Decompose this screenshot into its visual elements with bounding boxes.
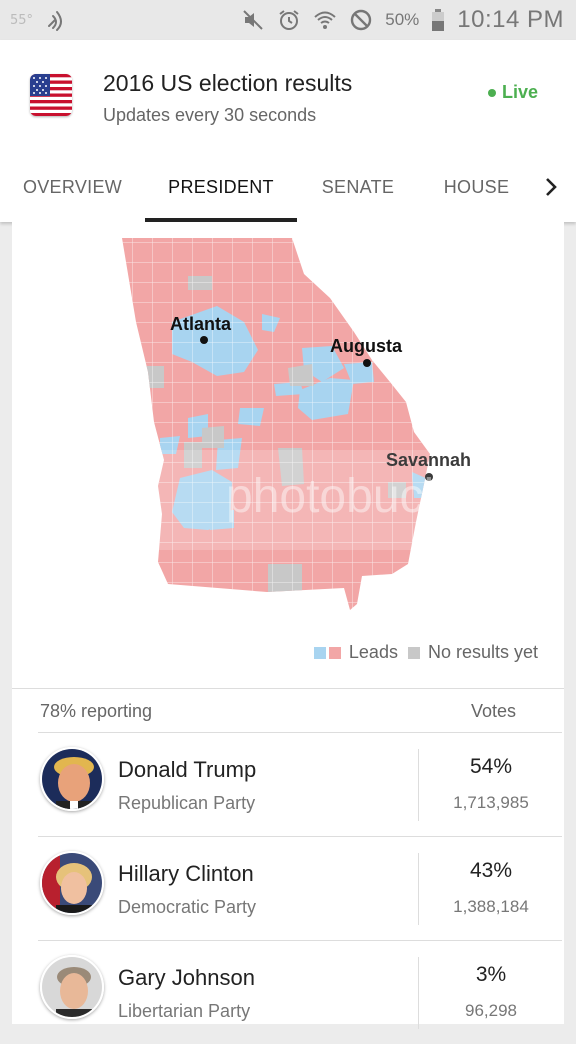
- alarm-icon: [277, 8, 301, 32]
- temperature-indicator: 55°: [10, 12, 34, 28]
- tab-president[interactable]: PRESIDENT: [145, 152, 297, 222]
- candidate-percent: 3%: [475, 963, 507, 986]
- live-label: Live: [501, 82, 538, 102]
- battery-percentage: 50%: [385, 10, 420, 29]
- battery-icon: [431, 8, 445, 32]
- candidate-percent: 54%: [469, 755, 513, 778]
- map-legend: Leads No results yet: [313, 642, 538, 663]
- page-subtitle: Updates every 30 seconds: [103, 105, 317, 125]
- atlanta-marker: [200, 336, 208, 344]
- tab-overview[interactable]: OVERVIEW: [0, 152, 145, 222]
- chevron-right-icon[interactable]: [536, 172, 566, 202]
- candidate-votes: 96,298: [465, 1001, 517, 1020]
- city-label-atlanta: Atlanta: [170, 314, 232, 334]
- tab-senate[interactable]: SENATE: [297, 152, 419, 222]
- georgia-county-map[interactable]: Atlanta Augusta Savannah photobucket: [12, 222, 564, 642]
- app-header: 2016 US election results Updates every 3…: [0, 40, 576, 222]
- divider: [418, 957, 419, 1029]
- live-dot-icon: [487, 88, 496, 97]
- candidate-percent: 43%: [469, 859, 513, 882]
- mute-icon: [241, 8, 265, 32]
- map-card: Atlanta Augusta Savannah photobucket Lea…: [12, 222, 564, 688]
- clock: 10:14 PM: [457, 6, 564, 33]
- candidate-name: Donald Trump: [118, 757, 257, 782]
- live-indicator: Live: [487, 82, 538, 103]
- city-label-augusta: Augusta: [330, 336, 403, 356]
- tab-bar: OVERVIEW PRESIDENT SENATE HOUSE: [0, 152, 576, 222]
- candidate-votes: 1,713,985: [453, 793, 529, 812]
- reporting-status: 78% reporting: [40, 701, 153, 721]
- candidate-name: Gary Johnson: [118, 965, 255, 990]
- candidate-party: Republican Party: [118, 793, 256, 813]
- status-bar: 55° 50% 10:14 PM: [0, 0, 576, 40]
- results-card: 78% reporting Votes Donald Trump Republi…: [12, 688, 564, 1029]
- wifi-icon: [313, 8, 337, 32]
- candidate-row-clinton[interactable]: Hillary Clinton Democratic Party 43% 1,3…: [38, 836, 562, 940]
- candidate-name: Hillary Clinton: [118, 861, 254, 886]
- votes-column-header: Votes: [470, 701, 516, 721]
- us-flag-icon: [30, 74, 72, 116]
- do-not-disturb-icon: [349, 8, 373, 32]
- democrat-swatch: [313, 646, 326, 659]
- candidate-votes: 1,388,184: [453, 897, 529, 916]
- signal-icon: [45, 8, 69, 32]
- legend-leads-label: Leads: [348, 642, 398, 662]
- avatar: [40, 747, 104, 811]
- candidate-row-trump[interactable]: Donald Trump Republican Party 54% 1,713,…: [38, 732, 562, 836]
- tab-house[interactable]: HOUSE: [419, 152, 534, 222]
- no-results-swatch: [407, 646, 420, 659]
- candidate-party: Libertarian Party: [118, 1001, 251, 1021]
- candidate-party: Democratic Party: [118, 897, 257, 917]
- augusta-marker: [363, 359, 371, 367]
- candidate-row-johnson[interactable]: Gary Johnson Libertarian Party 3% 96,298: [38, 940, 562, 1044]
- avatar: [40, 851, 104, 915]
- watermark-text: photobucket: [226, 470, 488, 523]
- divider: [418, 853, 419, 925]
- republican-swatch: [328, 646, 341, 659]
- legend-no-results-label: No results yet: [427, 642, 538, 662]
- page-title: 2016 US election results: [103, 70, 353, 96]
- avatar: [40, 955, 104, 1019]
- divider: [418, 749, 419, 821]
